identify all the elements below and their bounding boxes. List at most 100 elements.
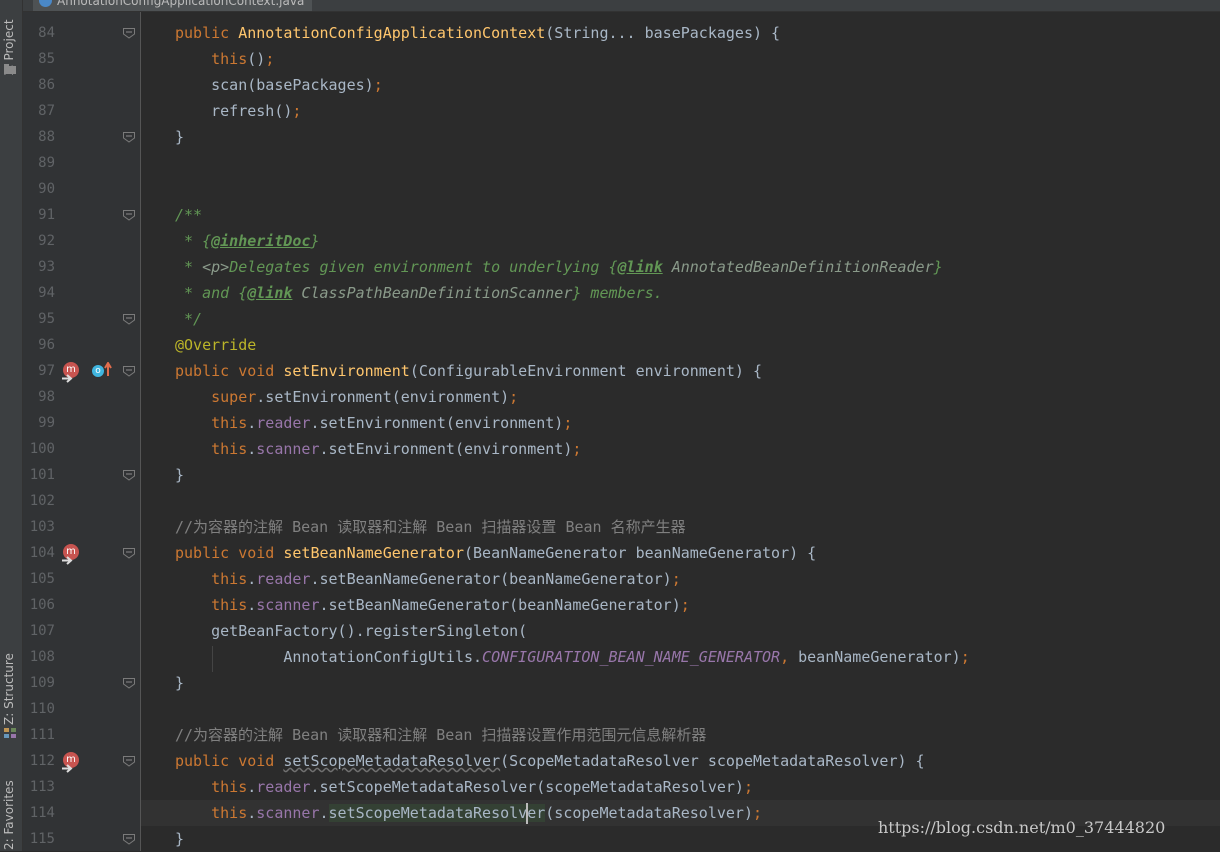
line-number[interactable]: 108 [23, 644, 55, 670]
code-token: beanNameGenerator) [798, 648, 961, 666]
line-number[interactable]: 99 [23, 410, 55, 436]
code-token: //为容器的注解 Bean 读取器和注解 Bean 扫描器设置 Bean 名称产… [175, 518, 686, 536]
code-token: public void [175, 362, 284, 380]
line-number[interactable]: 98 [23, 384, 55, 410]
code-text[interactable]: scan(basePackages); [175, 72, 383, 98]
line-number[interactable]: 110 [23, 696, 55, 722]
code-text[interactable]: } [175, 670, 184, 696]
code-text[interactable]: /** [175, 202, 202, 228]
fold-marker-icon[interactable] [122, 833, 136, 845]
line-number[interactable]: 104 [23, 540, 55, 566]
code-text[interactable]: super.setEnvironment(environment); [175, 384, 518, 410]
code-text[interactable]: this(); [175, 46, 274, 72]
line-number[interactable]: 84 [23, 20, 55, 46]
code-text[interactable]: this.scanner.setScopeMetadataResolver(sc… [175, 800, 762, 826]
code-text[interactable]: //为容器的注解 Bean 读取器和注解 Bean 扫描器设置作用范围元信息解析… [175, 722, 706, 748]
code-token: public void [175, 544, 284, 562]
code-text[interactable]: public void setScopeMetadataResolver(Sco… [175, 748, 925, 774]
code-text[interactable]: this.scanner.setEnvironment(environment)… [175, 436, 581, 462]
code-text[interactable]: * {@inheritDoc} [175, 228, 320, 254]
code-text[interactable]: public void setEnvironment(ConfigurableE… [175, 358, 762, 384]
code-token: .setBeanNameGenerator(beanNameGenerator) [310, 570, 672, 588]
line-number[interactable]: 111 [23, 722, 55, 748]
line-number[interactable]: 114 [23, 800, 55, 826]
line-number[interactable]: 86 [23, 72, 55, 98]
gutter-divider [140, 12, 141, 851]
code-text[interactable]: AnnotationConfigUtils.CONFIGURATION_BEAN… [175, 644, 969, 670]
tool-window-favorites-tab[interactable]: 2: Favorites [2, 772, 16, 850]
code-text[interactable]: @Override [175, 332, 256, 358]
code-token: @link [617, 258, 663, 276]
code-token: this [211, 50, 248, 68]
code-text[interactable]: refresh(); [175, 98, 301, 124]
tool-window-structure-tab[interactable]: Z: Structure [2, 650, 16, 725]
line-number[interactable]: 112 [23, 748, 55, 774]
line-number[interactable]: 89 [23, 150, 55, 176]
code-text[interactable]: this.reader.setScopeMetadataResolver(sco… [175, 774, 753, 800]
code-token: @link [247, 284, 293, 302]
line-number[interactable]: 106 [23, 592, 55, 618]
code-token: super [211, 388, 257, 406]
code-text[interactable]: * and {@link ClassPathBeanDefinitionScan… [175, 280, 663, 306]
line-number[interactable]: 97 [23, 358, 55, 384]
line-number[interactable]: 94 [23, 280, 55, 306]
code-token: this [211, 778, 248, 796]
code-token: * { [175, 232, 212, 250]
line-number[interactable]: 102 [23, 488, 55, 514]
line-number[interactable]: 90 [23, 176, 55, 202]
code-token: .setBeanNameGenerator(beanNameGenerator) [319, 596, 681, 614]
line-number[interactable]: 87 [23, 98, 55, 124]
fold-marker-icon[interactable] [122, 313, 136, 325]
code-text[interactable]: getBeanFactory().registerSingleton( [175, 618, 527, 644]
override-icon[interactable]: o [92, 365, 104, 377]
code-token: ; [265, 50, 275, 68]
line-number[interactable]: 85 [23, 46, 55, 72]
code-text[interactable]: * <p>Delegates given environment to unde… [175, 254, 943, 280]
line-number[interactable]: 88 [23, 124, 55, 150]
code-text[interactable]: */ [175, 306, 202, 332]
code-token: AnnotationConfigUtils. [175, 648, 483, 666]
fold-marker-icon[interactable] [122, 209, 136, 221]
fold-marker-icon[interactable] [122, 469, 136, 481]
line-number[interactable]: 100 [23, 436, 55, 462]
line-number[interactable]: 107 [23, 618, 55, 644]
line-number[interactable]: 101 [23, 462, 55, 488]
fold-marker-icon[interactable] [122, 547, 136, 559]
fold-marker-icon[interactable] [122, 27, 136, 39]
line-number[interactable]: 115 [23, 826, 55, 852]
code-token: this [211, 570, 248, 588]
code-text[interactable]: this.scanner.setBeanNameGenerator(beanNa… [175, 592, 690, 618]
line-number[interactable]: 105 [23, 566, 55, 592]
fold-marker-icon[interactable] [122, 131, 136, 143]
line-number[interactable]: 93 [23, 254, 55, 280]
code-text[interactable]: } [175, 462, 184, 488]
code-text[interactable]: this.reader.setBeanNameGenerator(beanNam… [175, 566, 681, 592]
line-number[interactable]: 103 [23, 514, 55, 540]
code-token: ; [373, 76, 383, 94]
editor-file-tab[interactable]: AnnotationConfigApplicationContext.java [33, 0, 313, 11]
code-text[interactable]: public AnnotationConfigApplicationContex… [175, 20, 780, 46]
code-text[interactable]: public void setBeanNameGenerator(BeanNam… [175, 540, 816, 566]
line-number[interactable]: 95 [23, 306, 55, 332]
line-number[interactable]: 109 [23, 670, 55, 696]
code-text[interactable]: } [175, 124, 184, 150]
line-number[interactable]: 92 [23, 228, 55, 254]
code-token: /** [175, 206, 203, 224]
code-token: .setEnvironment(environment) [256, 388, 510, 406]
fold-marker-icon[interactable] [122, 755, 136, 767]
code-token: public [175, 24, 239, 42]
editor-tab-strip: AnnotationConfigApplicationContext.java [23, 0, 1220, 12]
code-text[interactable]: } [175, 826, 184, 852]
code-text[interactable]: this.reader.setEnvironment(environment); [175, 410, 572, 436]
implementation-arrow-icon [62, 764, 73, 773]
fold-marker-icon[interactable] [122, 365, 136, 377]
code-text[interactable]: //为容器的注解 Bean 读取器和注解 Bean 扫描器设置 Bean 名称产… [175, 514, 686, 540]
code-token: .setEnvironment(environment) [319, 440, 573, 458]
line-number[interactable]: 96 [23, 332, 55, 358]
fold-marker-icon[interactable] [122, 677, 136, 689]
line-number[interactable]: 91 [23, 202, 55, 228]
code-token: } [310, 232, 320, 250]
line-number[interactable]: 113 [23, 774, 55, 800]
